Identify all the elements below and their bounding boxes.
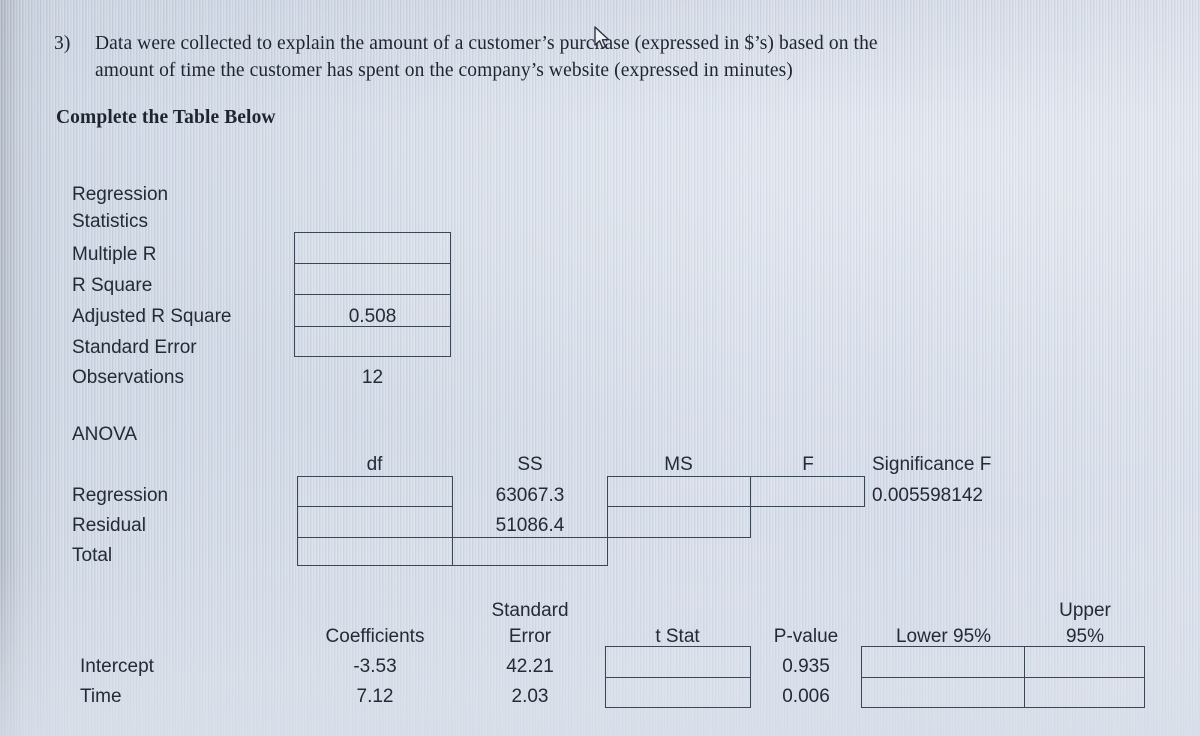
label-adjusted-r-square: Adjusted R Square: [72, 306, 232, 327]
coef-header-standard-line1: Standard: [491, 600, 569, 621]
stderr-value-time: 2.03: [511, 686, 549, 707]
instruction-complete-table: Complete the Table Below: [56, 107, 276, 128]
anova-ms-f-divider: [750, 476, 751, 507]
coef-header-p-value: P-value: [773, 626, 839, 647]
coef-header-standard-line2: Error: [508, 626, 552, 647]
t-stat-divider: [605, 677, 751, 678]
label-r-square: R Square: [72, 275, 153, 296]
label-observations: Observations: [72, 367, 184, 388]
anova-df-divider-2: [297, 537, 453, 538]
anova-ss-regression: 63067.3: [495, 485, 565, 506]
anova-df-answer-box[interactable]: [297, 476, 453, 566]
regression-statistics-divider-2: [294, 294, 451, 295]
coef-value-intercept: -3.53: [353, 656, 397, 677]
stderr-value-intercept: 42.21: [506, 656, 554, 677]
anova-ms-box-right-edge-extension: [750, 507, 751, 538]
anova-title: ANOVA: [72, 424, 138, 445]
coef-value-time: 7.12: [356, 686, 394, 707]
anova-label-total: Total: [72, 545, 113, 566]
p-value-time: 0.006: [782, 686, 830, 707]
confidence-interval-row-divider: [861, 677, 1145, 678]
question-number: 3): [54, 33, 71, 54]
anova-label-regression: Regression: [72, 485, 169, 506]
anova-total-box-bottom-extension: [453, 565, 608, 566]
regression-statistics-divider-1: [294, 263, 451, 264]
worksheet-content: 3) Data were collected to explain the am…: [0, 0, 1200, 736]
p-value-intercept: 0.935: [782, 656, 830, 677]
coef-header-coefficients: Coefficients: [325, 626, 425, 647]
value-observations: 12: [361, 367, 384, 388]
question-line-2: amount of time the customer has spent on…: [95, 60, 793, 81]
label-multiple-r: Multiple R: [72, 244, 157, 265]
regression-statistics-title-line1: Regression: [72, 184, 169, 205]
question-line-1: Data were collected to explain the amoun…: [95, 33, 878, 54]
coef-header-upper-95-line1: Upper: [1059, 600, 1111, 621]
anova-df-divider-1: [297, 506, 453, 507]
anova-label-residual: Residual: [72, 515, 146, 536]
label-standard-error: Standard Error: [72, 337, 197, 358]
anova-header-ms: MS: [664, 454, 693, 475]
anova-ms-f-answer-box[interactable]: [607, 476, 865, 507]
coef-label-time: Time: [80, 686, 122, 707]
anova-ms-box-bottom: [607, 537, 751, 538]
anova-significance-f-value: 0.005598142: [872, 485, 983, 506]
anova-header-df: df: [366, 454, 383, 475]
anova-header-ss: SS: [517, 454, 543, 475]
coef-label-intercept: Intercept: [80, 656, 154, 677]
mouse-cursor-icon: [594, 26, 612, 52]
value-adjusted-r-square[interactable]: 0.508: [294, 302, 451, 331]
anova-header-f: F: [802, 454, 814, 475]
regression-statistics-title-line2: Statistics: [72, 211, 149, 232]
confidence-interval-col-divider: [1024, 646, 1025, 708]
anova-header-significance-f: Significance F: [872, 454, 992, 475]
anova-ss-residual: 51086.4: [495, 515, 565, 536]
